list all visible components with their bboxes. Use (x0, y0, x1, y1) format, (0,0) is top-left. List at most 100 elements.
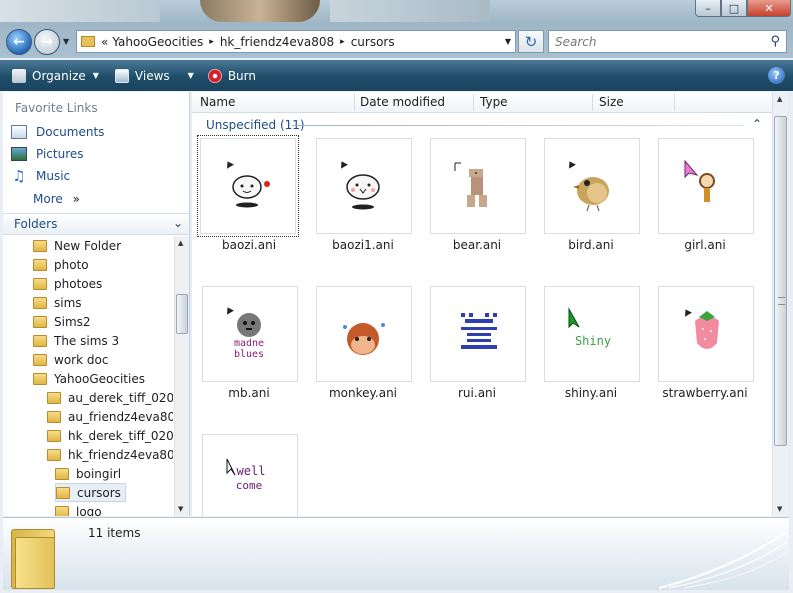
folder-tree-label: au_friendz4eva808 (68, 409, 173, 424)
file-tile-rui[interactable] (430, 286, 526, 382)
address-bar[interactable]: « YahooGeocities ▸ hk_friendz4eva808 ▸ c… (76, 30, 516, 53)
column-separator[interactable] (592, 94, 593, 111)
file-view-scrollbar[interactable]: ▲ ▼ (772, 92, 788, 516)
column-size[interactable]: Size (599, 95, 624, 112)
column-separator[interactable] (674, 94, 675, 111)
monkey-cursor-icon (343, 323, 385, 355)
file-label[interactable]: mb.ani (192, 386, 306, 400)
decorative-swoosh (658, 531, 788, 589)
folder-tree-item[interactable]: sims (33, 293, 82, 312)
file-label[interactable]: rui.ani (420, 386, 534, 400)
bird-cursor-icon (573, 177, 609, 212)
folder-tree-item[interactable]: YahooGeocities (33, 369, 145, 388)
file-tile-bird[interactable] (544, 138, 640, 234)
favorite-music[interactable]: ♫ Music (11, 169, 70, 184)
group-header[interactable]: Unspecified (11) (206, 118, 305, 132)
scrollbar-thumb[interactable] (774, 116, 787, 446)
folder-icon (47, 429, 61, 442)
search-input[interactable]: Search ⚲ (548, 30, 787, 53)
collapse-group-icon[interactable]: ⌃ (752, 117, 762, 131)
scroll-down-icon[interactable]: ▼ (178, 505, 183, 513)
folders-header[interactable]: Folders ⌄ (3, 213, 189, 235)
minimize-button[interactable]: – (695, 0, 721, 17)
file-tile-strawberry[interactable] (658, 286, 754, 382)
file-label[interactable]: baozi.ani (192, 238, 306, 252)
close-button[interactable]: ✕ (747, 0, 791, 17)
file-label[interactable]: baozi1.ani (306, 238, 420, 252)
file-label[interactable]: shiny.ani (534, 386, 648, 400)
background-blur (200, 0, 320, 22)
column-separator[interactable] (473, 94, 474, 111)
file-tile-baozi[interactable] (197, 135, 299, 237)
folder-tree-item[interactable]: hk_derek_tiff_0209 (47, 426, 173, 445)
recent-pages-dropdown[interactable]: ▼ (63, 37, 69, 46)
address-segment[interactable]: hk_friendz4eva808 (220, 35, 334, 49)
search-icon[interactable]: ⚲ (770, 34, 780, 49)
file-label[interactable]: monkey.ani (306, 386, 420, 400)
address-separator[interactable]: ▸ (340, 37, 345, 47)
address-overflow[interactable]: « (101, 35, 108, 49)
favorite-documents[interactable]: Documents (11, 125, 104, 139)
folder-tree-item[interactable]: logo (55, 502, 102, 516)
file-label[interactable]: girl.ani (648, 238, 762, 252)
folder-tree-item[interactable]: The sims 3 (33, 331, 119, 350)
chevron-down-icon: ▼ (92, 71, 99, 80)
column-name[interactable]: Name (200, 95, 235, 112)
address-separator[interactable]: ▸ (209, 37, 214, 47)
more-chevron-icon: » (72, 192, 80, 206)
column-separator[interactable] (354, 94, 355, 111)
folder-tree-scrollbar[interactable]: ▲ ▼ (174, 236, 189, 516)
folder-tree-label: sims (54, 295, 82, 310)
strawberry-cursor-icon (695, 311, 719, 349)
help-button[interactable]: ? (768, 67, 785, 84)
favorites-more-link[interactable]: More » (33, 192, 80, 206)
folder-tree-item[interactable]: cursors (55, 483, 126, 502)
scroll-up-icon[interactable]: ▲ (777, 95, 782, 103)
file-tile-monkey[interactable] (316, 286, 412, 382)
refresh-button[interactable]: ↻ (518, 30, 544, 53)
folder-tree-item[interactable]: Sims2 (33, 312, 91, 331)
scrollbar-thumb[interactable] (176, 294, 188, 334)
file-label[interactable]: strawberry.ani (648, 386, 762, 400)
file-tile-bear[interactable] (430, 138, 526, 234)
folder-tree-label: boingirl (76, 466, 122, 481)
file-label[interactable]: bear.ani (420, 238, 534, 252)
folder-tree-item[interactable]: au_derek_tiff_0209 (47, 388, 173, 407)
favorite-label: Documents (36, 125, 105, 139)
folder-icon (55, 505, 69, 516)
file-tile-welcome[interactable]: well come (202, 434, 298, 516)
folder-tree-item[interactable]: photo (33, 255, 89, 274)
file-tile-baozi1[interactable] (316, 138, 412, 234)
column-type[interactable]: Type (480, 95, 508, 112)
folder-tree-item[interactable]: boingirl (55, 464, 121, 483)
folder-tree-item[interactable]: photoes (33, 274, 102, 293)
column-date-modified[interactable]: Date modified (360, 95, 445, 112)
maximize-button[interactable]: □ (721, 0, 747, 17)
folder-icon (33, 334, 47, 347)
scroll-down-icon[interactable]: ▼ (777, 505, 782, 513)
folder-icon (81, 36, 95, 47)
burn-button[interactable]: Burn (207, 68, 256, 83)
file-tile-girl[interactable] (658, 138, 754, 234)
address-dropdown[interactable]: ▼ (505, 37, 511, 46)
scroll-up-icon[interactable]: ▲ (178, 239, 183, 247)
folder-icon (33, 372, 47, 385)
welcome-thumb-text: well (237, 464, 266, 478)
file-tile-shiny[interactable]: Shiny (544, 286, 640, 382)
folder-tree-item[interactable]: au_friendz4eva808 (47, 407, 173, 426)
organize-button[interactable]: Organize ▼ (12, 68, 99, 83)
address-segment[interactable]: YahooGeocities (112, 35, 203, 49)
views-button[interactable]: Views ▼ (114, 68, 194, 83)
address-segment[interactable]: cursors (351, 35, 395, 49)
forward-button[interactable]: → (34, 29, 60, 55)
folder-tree-item[interactable]: hk_friendz4eva808 (47, 445, 173, 464)
favorite-pictures[interactable]: Pictures (11, 147, 84, 161)
details-pane: 11 items (3, 517, 789, 590)
views-label: Views (134, 68, 170, 83)
file-label[interactable]: bird.ani (534, 238, 648, 252)
file-tile-mb[interactable]: madne blues (202, 286, 298, 382)
folder-icon (33, 277, 47, 290)
folder-tree-item[interactable]: work doc (33, 350, 108, 369)
folder-tree-item[interactable]: New Folder (33, 236, 121, 255)
back-button[interactable]: ← (6, 29, 32, 55)
